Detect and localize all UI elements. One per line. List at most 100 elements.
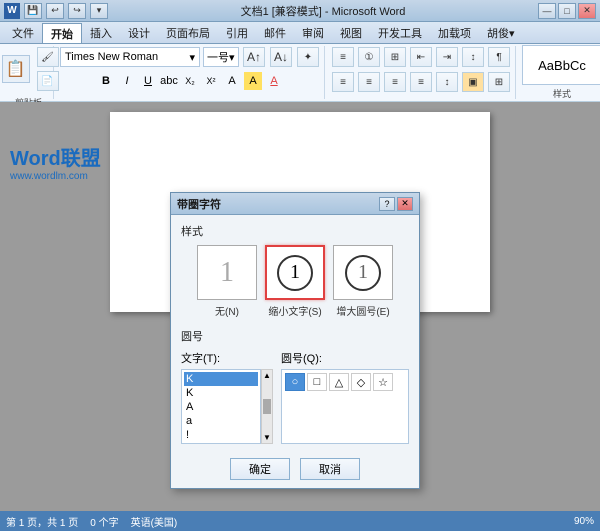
symbol-diamond[interactable]: ◇ — [351, 373, 371, 391]
font-size-select[interactable]: 一号 ▾ — [203, 47, 239, 67]
save-quick-btn[interactable]: 💾 — [24, 3, 42, 19]
quick-access-more[interactable]: ▾ — [90, 3, 108, 19]
scroll-up-icon[interactable]: ▲ — [263, 371, 271, 380]
styles-label: 样式 — [553, 87, 571, 100]
para-row1: ≡ ① ⊞ ⇤ ⇥ ↕ ¶ — [331, 46, 511, 68]
font-row1: Times New Roman ▾ 一号 ▾ A↑ A↓ ✦ — [60, 46, 320, 68]
undo-quick-btn[interactable]: ↩ — [46, 3, 64, 19]
paste-button[interactable]: 📋 — [0, 53, 34, 85]
tab-references[interactable]: 引用 — [218, 23, 256, 43]
style-none-preview: 1 — [220, 257, 234, 289]
tab-addins[interactable]: 加载项 — [430, 23, 479, 43]
font-size-value: 一号 — [207, 49, 229, 65]
clear-format-btn[interactable]: ✦ — [297, 47, 319, 67]
style-shrink-box[interactable]: 1 — [265, 245, 325, 300]
styles-section: AaBbCc 样式 ▲ ▼ ⊞ — [518, 46, 600, 99]
tab-review[interactable]: 审阅 — [294, 23, 332, 43]
tab-file[interactable]: 文件 — [4, 23, 42, 43]
font-row2: B I U abc X₂ X² A A A — [97, 72, 283, 90]
tab-mailings[interactable]: 邮件 — [256, 23, 294, 43]
font-name-select[interactable]: Times New Roman ▾ — [60, 47, 200, 67]
style-enlarge: 1 增大圆号(E) — [333, 245, 393, 318]
bold-btn[interactable]: B — [97, 72, 115, 90]
para-row2: ≡ ≡ ≡ ≡ ↕ ▣ ⊞ — [331, 71, 511, 93]
style-shrink: 1 缩小文字(S) — [265, 245, 325, 318]
multilevel-btn[interactable]: ⊞ — [384, 47, 406, 67]
word-app-icon: W — [4, 3, 20, 19]
subscript-btn[interactable]: X₂ — [181, 72, 199, 90]
grow-font-btn[interactable]: A↑ — [243, 47, 265, 67]
style-none-label: 无(N) — [215, 303, 239, 318]
redo-quick-btn[interactable]: ↪ — [68, 3, 86, 19]
ribbon-tabs: 文件 开始 插入 设计 页面布局 引用 邮件 审阅 视图 开发工具 加载项 胡俊… — [0, 22, 600, 44]
font-color-btn[interactable]: A — [265, 72, 283, 90]
style-enlarge-label: 增大圆号(E) — [336, 303, 389, 318]
symbol-square[interactable]: □ — [307, 373, 327, 391]
toolbar-area: 📋 🖌 📄 剪贴板 Times New Roman ▾ 一号 ▾ A↑ A↓ ✦… — [0, 44, 600, 102]
text-item-4[interactable]: ! — [184, 428, 258, 442]
numbering-btn[interactable]: ① — [358, 47, 380, 67]
dialog-controls: ? ✕ — [379, 197, 413, 211]
strikethrough-btn[interactable]: abc — [160, 72, 178, 90]
line-spacing-btn[interactable]: ↕ — [436, 72, 458, 92]
paste-icon: 📋 — [2, 55, 30, 83]
highlight-btn[interactable]: A — [244, 72, 262, 90]
maximize-btn[interactable]: □ — [558, 3, 576, 19]
enclosure-section: 文字(T): K K A a ! ▲ — [181, 350, 409, 444]
tab-user[interactable]: 胡俊▾ — [479, 23, 523, 43]
dialog-close-btn[interactable]: ✕ — [397, 197, 413, 211]
text-item-1[interactable]: K — [184, 386, 258, 400]
italic-btn[interactable]: I — [118, 72, 136, 90]
text-item-0[interactable]: K — [184, 372, 258, 386]
align-center-btn[interactable]: ≡ — [358, 72, 380, 92]
justify-btn[interactable]: ≡ — [410, 72, 432, 92]
style-none: 1 无(N) — [197, 245, 257, 318]
bullets-btn[interactable]: ≡ — [332, 47, 354, 67]
language: 英语(美国) — [131, 514, 178, 529]
style-enlarge-preview: 1 — [345, 255, 381, 291]
underline-btn[interactable]: U — [139, 72, 157, 90]
tab-design[interactable]: 设计 — [120, 23, 158, 43]
style-none-box[interactable]: 1 — [197, 245, 257, 300]
superscript-btn[interactable]: X² — [202, 72, 220, 90]
tab-insert[interactable]: 插入 — [82, 23, 120, 43]
styles-gallery[interactable]: AaBbCc — [522, 45, 600, 85]
show-marks-btn[interactable]: ¶ — [488, 47, 510, 67]
minimize-btn[interactable]: — — [538, 3, 556, 19]
circle-symbol-area[interactable]: ○ □ △ ◇ ☆ — [281, 369, 409, 444]
symbol-circle[interactable]: ○ — [285, 373, 305, 391]
paragraph-section: ≡ ① ⊞ ⇤ ⇥ ↕ ¶ ≡ ≡ ≡ ≡ ↕ ▣ ⊞ — [327, 46, 516, 99]
text-item-3[interactable]: a — [184, 414, 258, 428]
increase-indent-btn[interactable]: ⇥ — [436, 47, 458, 67]
text-input-area[interactable]: K K A a ! — [181, 369, 261, 444]
dialog-content: 样式 1 无(N) 1 缩小文字(S) — [171, 215, 419, 452]
text-item-2[interactable]: A — [184, 400, 258, 414]
tab-developer[interactable]: 开发工具 — [370, 23, 430, 43]
ok-button[interactable]: 确定 — [230, 458, 290, 480]
decrease-indent-btn[interactable]: ⇤ — [410, 47, 432, 67]
text-scrollbar[interactable]: ▲ ▼ — [261, 369, 273, 444]
shrink-font-btn[interactable]: A↓ — [270, 47, 292, 67]
align-right-btn[interactable]: ≡ — [384, 72, 406, 92]
symbol-triangle[interactable]: △ — [329, 373, 349, 391]
tab-page-layout[interactable]: 页面布局 — [158, 23, 218, 43]
tab-home[interactable]: 开始 — [42, 23, 82, 43]
font-dropdown-icon: ▾ — [189, 51, 195, 64]
status-right: 90% — [574, 516, 594, 527]
scroll-down-icon[interactable]: ▼ — [263, 433, 271, 442]
style-enlarge-box[interactable]: 1 — [333, 245, 393, 300]
shading-btn[interactable]: ▣ — [462, 72, 484, 92]
close-btn[interactable]: ✕ — [578, 3, 596, 19]
borders-btn[interactable]: ⊞ — [488, 72, 510, 92]
sort-btn[interactable]: ↕ — [462, 47, 484, 67]
text-effects-btn[interactable]: A — [223, 72, 241, 90]
cancel-button[interactable]: 取消 — [300, 458, 360, 480]
align-left-btn[interactable]: ≡ — [332, 72, 354, 92]
font-name-value: Times New Roman — [65, 51, 158, 63]
circle-label: 圆号(Q): — [281, 350, 409, 366]
tab-view[interactable]: 视图 — [332, 23, 370, 43]
symbol-star[interactable]: ☆ — [373, 373, 393, 391]
dialog-help-btn[interactable]: ? — [379, 197, 395, 211]
style-shrink-label: 缩小文字(S) — [268, 303, 321, 318]
clipboard-section: 📋 🖌 📄 剪贴板 — [4, 46, 54, 99]
